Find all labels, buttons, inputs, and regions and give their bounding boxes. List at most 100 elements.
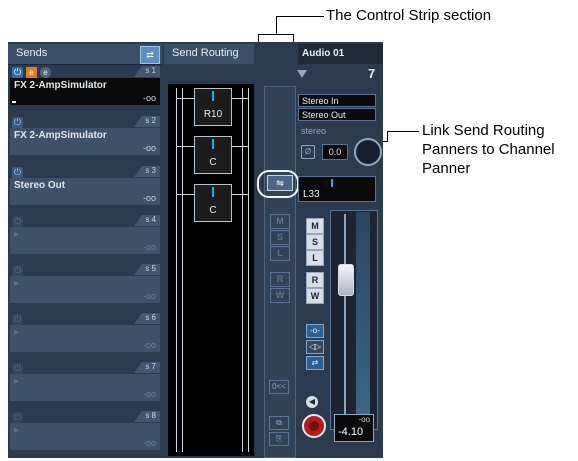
- send-slot-body[interactable]: ▸ -oo: [10, 374, 160, 401]
- send-level: -oo: [142, 93, 156, 103]
- pan-marker: [212, 139, 214, 149]
- fader-track[interactable]: [330, 210, 378, 430]
- control-s-button[interactable]: S: [270, 230, 290, 245]
- control-w-button[interactable]: W: [270, 288, 290, 303]
- reset-button[interactable]: 0<<: [269, 380, 289, 394]
- send-level: -oo: [142, 143, 156, 153]
- send-level: -oo: [142, 389, 156, 399]
- send-slot-body[interactable]: FX 2-AmpSimulator -oo: [10, 78, 160, 105]
- routing-line: [230, 146, 248, 147]
- panner-value: C: [209, 157, 217, 168]
- level-meter: [356, 212, 370, 426]
- power-icon[interactable]: ⏻: [12, 314, 23, 325]
- channel-name: Audio 01: [302, 48, 345, 59]
- channel-number: 7: [368, 66, 376, 81]
- send-slot-2[interactable]: s 2 ⏻ FX 2-AmpSimulator -oo: [10, 116, 160, 155]
- output-routing[interactable]: Stereo Out: [298, 108, 376, 121]
- slot-number: s 7: [145, 362, 156, 371]
- send-destination-arrow-icon: ▸: [14, 278, 20, 289]
- send-panner-1[interactable]: R10: [194, 88, 232, 126]
- routing-icon[interactable]: -o-: [306, 324, 324, 338]
- channel-panner[interactable]: L33: [298, 176, 376, 202]
- send-slot-4[interactable]: s 4 ⏻ ▸ -oo: [10, 215, 160, 254]
- send-slot-5[interactable]: s 5 ⏻ ▸ -oo: [10, 264, 160, 303]
- send-slot-body[interactable]: ▸ -oo: [10, 423, 160, 450]
- monitor-icon[interactable]: ◀: [306, 396, 318, 408]
- sends-title: Sends: [16, 47, 48, 59]
- slot-number: s 6: [145, 313, 156, 322]
- sends-header: Sends ⇄: [8, 44, 162, 65]
- callout-line: [258, 34, 294, 35]
- send-slot-1[interactable]: s 1 ⏻ e e FX 2-AmpSimulator -oo: [10, 66, 160, 105]
- send-slot-3[interactable]: s 3 ⏻ Stereo Out -oo: [10, 166, 160, 205]
- power-icon[interactable]: ⏻: [12, 67, 23, 78]
- send-slot-body[interactable]: ▸ -oo: [10, 276, 160, 303]
- send-level: -oo: [142, 242, 156, 252]
- peak-value: -oo: [358, 415, 370, 424]
- routing-line: [176, 88, 177, 452]
- slot-number: s 4: [145, 215, 156, 224]
- pan-bypass-icon[interactable]: ◁▷: [306, 340, 324, 354]
- send-slot-body[interactable]: Stereo Out -oo: [10, 178, 160, 205]
- send-panner-2[interactable]: C: [194, 136, 232, 174]
- input-routing[interactable]: Stereo In: [298, 94, 376, 107]
- paste-icon[interactable]: ⎘: [269, 432, 289, 446]
- send-routing-header: Send Routing: [164, 44, 254, 64]
- send-slot-6[interactable]: s 6 ⏻ ▸ -oo: [10, 313, 160, 352]
- mute-button[interactable]: M: [306, 218, 324, 234]
- link-send-callout-3: Panner: [422, 160, 471, 177]
- send-slot-body[interactable]: ▸ -oo: [10, 325, 160, 352]
- pan-marker: [212, 91, 214, 101]
- volume-display[interactable]: -oo -4.10: [334, 414, 374, 442]
- send-level-bar: [12, 101, 16, 103]
- insert-edit-icon[interactable]: e: [26, 67, 37, 78]
- solo-button[interactable]: S: [306, 234, 324, 250]
- channel-header: Audio 01: [298, 44, 383, 64]
- send-slot-7[interactable]: s 7 ⏻ ▸ -oo: [10, 362, 160, 401]
- power-icon[interactable]: ⏻: [12, 167, 23, 178]
- phase-button[interactable]: Ø: [301, 145, 315, 159]
- link-send-callout-1: Link Send Routing: [422, 122, 545, 139]
- send-destination: Stereo Out: [14, 180, 66, 191]
- copy-icon[interactable]: ⧉: [269, 416, 289, 430]
- power-icon[interactable]: ⏻: [12, 117, 23, 128]
- routing-line: [176, 194, 194, 195]
- routing-line: [248, 88, 249, 452]
- send-destination-arrow-icon: ▸: [14, 425, 20, 436]
- callout-line: [387, 131, 388, 141]
- control-r-button[interactable]: R: [270, 272, 290, 287]
- power-icon[interactable]: ⏻: [12, 363, 23, 374]
- volume-value: -4.10: [338, 426, 364, 438]
- listen-button[interactable]: L: [306, 250, 324, 266]
- routing-line: [176, 146, 194, 147]
- send-routing-icon[interactable]: ⇄: [306, 356, 324, 370]
- fader-slot: [344, 214, 346, 424]
- chevron-down-icon[interactable]: [297, 70, 307, 78]
- pan-marker: [212, 187, 214, 197]
- callout-line: [276, 16, 324, 17]
- write-button[interactable]: W: [306, 288, 324, 304]
- slot-number: s 5: [145, 264, 156, 273]
- edit-icon[interactable]: e: [40, 67, 51, 78]
- send-slot-8[interactable]: s 8 ⏻ ▸ -oo: [10, 411, 160, 450]
- power-icon[interactable]: ⏻: [12, 216, 23, 227]
- send-slot-body[interactable]: FX 2-AmpSimulator -oo: [10, 128, 160, 155]
- slot-number: s 8: [145, 411, 156, 420]
- volume-fader[interactable]: [338, 264, 354, 296]
- control-m-button[interactable]: M: [270, 214, 290, 229]
- send-destination: FX 2-AmpSimulator: [14, 130, 107, 141]
- slot-number: s 3: [145, 166, 156, 175]
- callout-line: [276, 16, 277, 34]
- panner-value: R10: [203, 109, 223, 120]
- sends-routing-icon[interactable]: ⇄: [140, 46, 160, 64]
- record-button[interactable]: [302, 414, 326, 438]
- power-icon[interactable]: ⏻: [12, 265, 23, 276]
- input-gain[interactable]: 0.0: [322, 144, 348, 160]
- send-slot-body[interactable]: ▸ -oo: [10, 227, 160, 254]
- control-l-button[interactable]: L: [270, 246, 290, 261]
- power-icon[interactable]: ⏻: [12, 412, 23, 423]
- gain-knob[interactable]: [354, 138, 382, 166]
- read-button[interactable]: R: [306, 272, 324, 288]
- send-panner-3[interactable]: C: [194, 184, 232, 222]
- channel-config: stereo: [301, 126, 327, 136]
